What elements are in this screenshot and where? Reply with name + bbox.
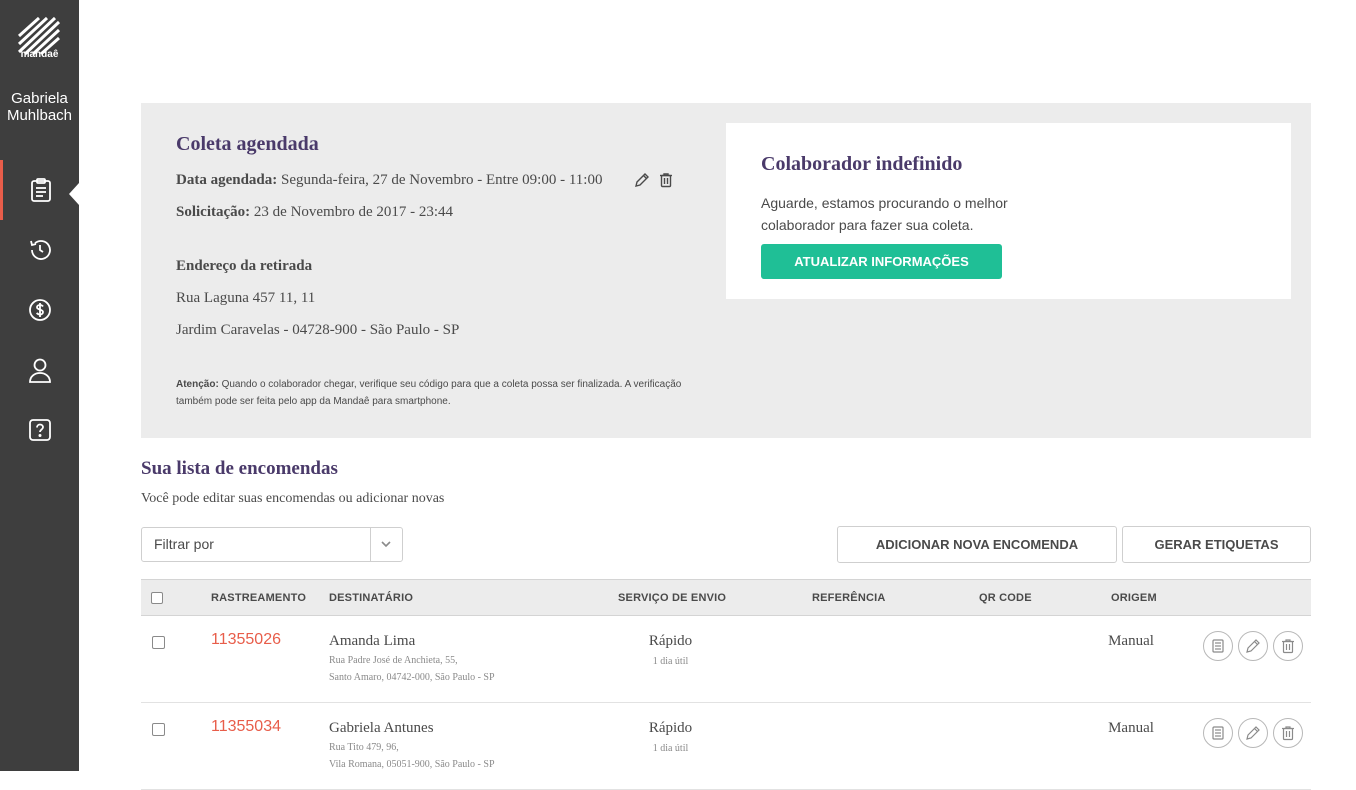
trash-icon[interactable] [658, 172, 674, 188]
recipient-address-line1: Rua Tito 479, 96, [329, 742, 399, 753]
solicitacao-value: 23 de Novembro de 2017 - 23:44 [253, 204, 454, 220]
col-servico[interactable]: SERVIÇO DE ENVIO [618, 592, 726, 604]
user-name[interactable]: Gabriela Muhlbach [0, 90, 79, 124]
col-origem[interactable]: ORIGEM [1111, 592, 1157, 604]
help-icon [28, 419, 51, 441]
add-order-button[interactable]: ADICIONAR NOVA ENCOMENDA [837, 526, 1117, 563]
colaborador-card: Colaborador indefinido Aguarde, estamos … [726, 123, 1291, 299]
trash-icon [1282, 726, 1294, 741]
clipboard-icon [31, 178, 51, 202]
row-checkbox[interactable] [152, 636, 165, 649]
table-row[interactable]: 11355026 Amanda Lima Rua Padre José de A… [141, 616, 1311, 703]
endereco-line1: Rua Laguna 457 11, 11 [176, 290, 316, 306]
col-referencia[interactable]: REFERÊNCIA [812, 592, 886, 604]
table-row[interactable]: 11355034 Gabriela Antunes Rua Tito 479, … [141, 703, 1311, 790]
label-button[interactable] [1203, 718, 1233, 748]
chevron-down-icon[interactable] [378, 536, 394, 552]
row-checkbox[interactable] [152, 723, 165, 736]
trash-icon [1282, 639, 1294, 654]
generate-labels-button[interactable]: GERAR ETIQUETAS [1122, 526, 1311, 563]
dollar-icon [28, 299, 51, 321]
filter-divider [370, 528, 371, 561]
history-icon [29, 240, 51, 260]
user-icon [28, 358, 51, 383]
attention-label: Atenção: [176, 379, 219, 390]
coleta-actions [634, 172, 674, 188]
nav-item-financeiro[interactable] [0, 280, 79, 340]
service-name: Rápido [648, 720, 693, 736]
active-caret [69, 183, 79, 205]
label-button[interactable] [1203, 631, 1233, 661]
delete-button[interactable] [1273, 718, 1303, 748]
recipient-address-line2: Santo Amaro, 04742-000, São Paulo - SP [329, 672, 495, 683]
data-agendada-value: Segunda-feira, 27 de Novembro - Entre 09… [281, 172, 603, 188]
service-name: Rápido [648, 633, 693, 649]
colaborador-text: Aguarde, estamos procurando o melhor col… [761, 195, 1008, 233]
filter-label: Filtrar por [154, 536, 214, 552]
attention-text: Quando o colaborador chegar, verifique s… [176, 379, 682, 407]
print-label-icon [1212, 639, 1224, 653]
recipient-address-line2: Vila Romana, 05051-900, São Paulo - SP [329, 759, 495, 770]
table-header: RASTREAMENTO DESTINATÁRIO SERVIÇO DE ENV… [141, 579, 1311, 616]
pencil-icon [1246, 726, 1260, 740]
list-title: Sua lista de encomendas [141, 458, 338, 479]
coleta-panel: Coleta agendada Data agendada: Segunda-f… [141, 103, 1311, 438]
delete-button[interactable] [1273, 631, 1303, 661]
data-agendada: Data agendada: Segunda-feira, 27 de Nove… [176, 172, 602, 189]
col-qrcode[interactable]: QR CODE [979, 592, 1032, 604]
service-time: 1 dia útil [652, 743, 689, 754]
recipient-address-line1: Rua Padre José de Anchieta, 55, [329, 655, 458, 666]
edit-button[interactable] [1238, 718, 1268, 748]
origin: Manual [1108, 633, 1154, 649]
coleta-title: Coleta agendada [176, 133, 319, 155]
row-actions [1203, 631, 1303, 661]
pencil-icon [1246, 639, 1260, 653]
service-time: 1 dia útil [652, 656, 689, 667]
edit-button[interactable] [1238, 631, 1268, 661]
col-destinatario[interactable]: DESTINATÁRIO [329, 592, 413, 604]
pencil-icon[interactable] [634, 172, 650, 188]
recipient-name: Amanda Lima [329, 633, 416, 649]
colaborador-title: Colaborador indefinido [761, 153, 963, 175]
endereco-line2: Jardim Caravelas - 04728-900 - São Paulo… [176, 322, 460, 338]
filter-select[interactable]: Filtrar por [141, 527, 403, 562]
sidebar: mandaê Gabriela Muhlbach [0, 0, 79, 771]
nav-item-coletas[interactable] [0, 160, 79, 220]
tracking-link[interactable]: 11355026 [211, 631, 281, 649]
print-label-icon [1212, 726, 1224, 740]
recipient-name: Gabriela Antunes [329, 720, 434, 736]
data-agendada-label: Data agendada: [176, 172, 278, 188]
endereco-label: Endereço da retirada [176, 258, 313, 274]
nav-item-historico[interactable] [0, 220, 79, 280]
select-all-checkbox[interactable] [151, 592, 163, 604]
row-actions [1203, 718, 1303, 748]
tracking-link[interactable]: 11355034 [211, 718, 281, 736]
list-subtitle: Você pode editar suas encomendas ou adic… [141, 491, 445, 506]
update-info-button[interactable]: ATUALIZAR INFORMAÇÕES [761, 244, 1002, 279]
nav-item-perfil[interactable] [0, 340, 79, 400]
col-rastreamento[interactable]: RASTREAMENTO [211, 592, 306, 604]
nav-item-ajuda[interactable] [0, 400, 79, 460]
solicitacao-label: Solicitação: [176, 204, 251, 220]
solicitacao: Solicitação: 23 de Novembro de 2017 - 23… [176, 204, 453, 221]
logo-text: mandaê [20, 49, 59, 60]
origin: Manual [1108, 720, 1154, 736]
attention-note: Atenção: Quando o colaborador chegar, ve… [176, 376, 716, 410]
